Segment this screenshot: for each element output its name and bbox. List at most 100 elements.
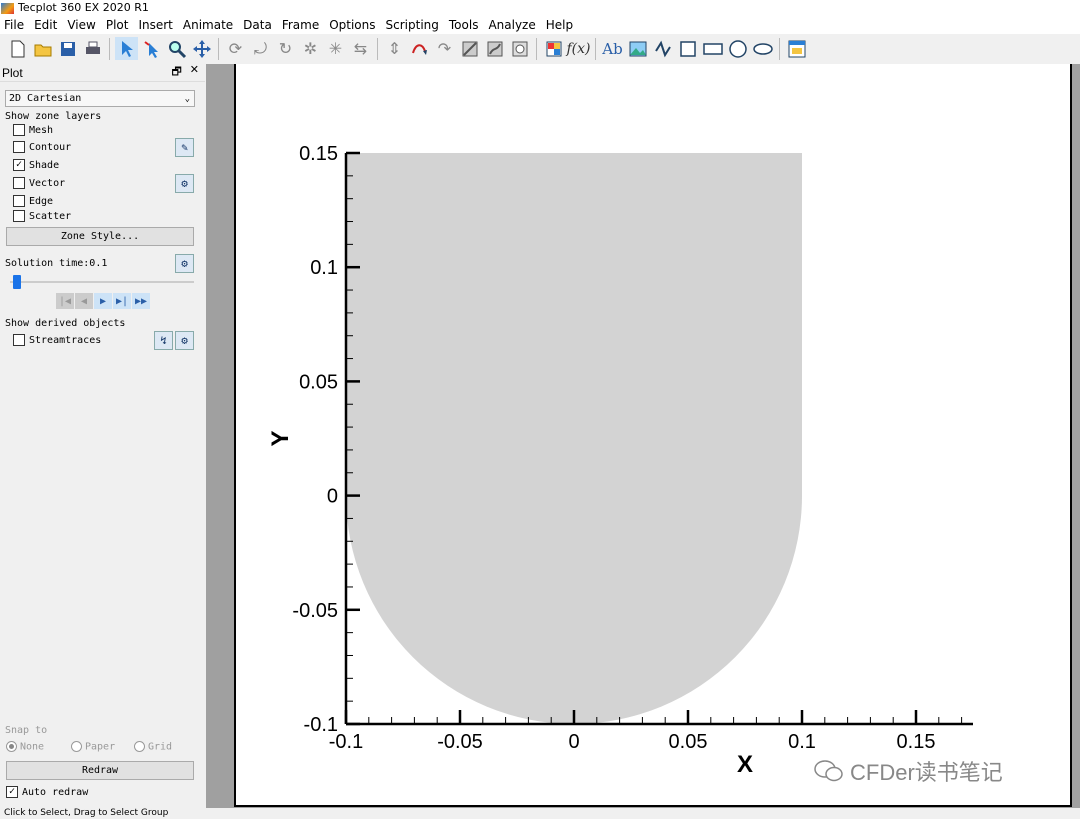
select-arrow-icon[interactable] bbox=[115, 37, 138, 60]
rectangle-tool-icon[interactable] bbox=[701, 37, 724, 60]
menu-frame[interactable]: Frame bbox=[282, 18, 319, 32]
title-bar: Tecplot 360 EX 2020 R1 bbox=[0, 0, 1080, 16]
layer-shade-checkbox[interactable]: ✓ bbox=[13, 159, 25, 171]
probe-icon[interactable]: ⇕ bbox=[383, 37, 406, 60]
menu-tools[interactable]: Tools bbox=[449, 18, 479, 32]
x-axis-label: X bbox=[737, 751, 753, 778]
layer-edge-checkbox[interactable] bbox=[13, 195, 25, 207]
tecplot-app-icon bbox=[1, 2, 14, 14]
chevron-down-icon: ⌄ bbox=[184, 93, 190, 104]
rotate-y-icon[interactable]: ⤾ bbox=[249, 37, 272, 60]
isosurface-icon[interactable] bbox=[483, 37, 506, 60]
zone-style-button[interactable]: Zone Style... bbox=[6, 227, 194, 246]
save-icon[interactable] bbox=[56, 37, 79, 60]
streamtrace-details-button[interactable]: ⚙ bbox=[175, 331, 194, 350]
menu-help[interactable]: Help bbox=[546, 18, 573, 32]
adjustor-icon[interactable] bbox=[140, 37, 163, 60]
layer-mesh-row[interactable]: Mesh bbox=[13, 123, 53, 137]
vector-details-button[interactable]: ⚙ bbox=[175, 174, 194, 193]
image-tool-icon[interactable] bbox=[626, 37, 649, 60]
prev-frame-icon[interactable]: ◀ bbox=[75, 293, 93, 309]
print-icon[interactable] bbox=[81, 37, 104, 60]
text-tool-icon[interactable]: Ab bbox=[601, 37, 624, 60]
x-tick-label: 0.1 bbox=[788, 731, 816, 753]
x-tick-label: -0.05 bbox=[437, 731, 483, 753]
translate-icon[interactable] bbox=[190, 37, 213, 60]
circle-tool-icon[interactable] bbox=[726, 37, 749, 60]
zoom-icon[interactable] bbox=[165, 37, 188, 60]
menu-view[interactable]: View bbox=[67, 18, 95, 32]
slider-thumb[interactable] bbox=[13, 275, 21, 289]
layer-shade-label: Shade bbox=[29, 159, 60, 171]
layer-contour-checkbox[interactable] bbox=[13, 141, 25, 153]
slice-icon[interactable] bbox=[458, 37, 481, 60]
twist-icon[interactable]: ⇆ bbox=[349, 37, 372, 60]
play-icon[interactable]: ▶ bbox=[94, 293, 112, 309]
status-bar: Click to Select, Drag to Select Group bbox=[0, 808, 1080, 819]
plot-frame[interactable]: -0.1 -0.05 0 0.05 0.1 0.15 -0.1 -0.05 0 0.05 0.1 0.… bbox=[234, 64, 1072, 807]
sidebar-title: Plot bbox=[2, 65, 23, 80]
snap-paper-option[interactable]: Paper bbox=[71, 741, 115, 753]
blanking-icon[interactable] bbox=[508, 37, 531, 60]
xy-plot[interactable]: -0.1 -0.05 0 0.05 0.1 0.15-0.1-0.0500.050.10.… bbox=[236, 64, 1072, 807]
x-tick-label: 0.15 bbox=[897, 731, 936, 753]
polyline-tool-icon[interactable] bbox=[651, 37, 674, 60]
menu-data[interactable]: Data bbox=[243, 18, 272, 32]
rotate-rollerball-icon[interactable]: ✳ bbox=[324, 37, 347, 60]
streamtrace-icon[interactable] bbox=[408, 37, 431, 60]
solution-time-row: Solution time:0.1 bbox=[5, 258, 107, 269]
next-frame-icon[interactable]: ▶| bbox=[113, 293, 131, 309]
solution-time-slider[interactable] bbox=[10, 275, 194, 289]
layer-contour-row[interactable]: Contour bbox=[13, 140, 71, 154]
y-axis-label: Y bbox=[267, 430, 294, 446]
open-folder-icon[interactable] bbox=[31, 37, 54, 60]
auto-redraw-checkbox[interactable]: ✓ bbox=[6, 786, 18, 798]
first-frame-icon[interactable]: |◀ bbox=[56, 293, 74, 309]
auto-redraw-row[interactable]: ✓ Auto redraw bbox=[6, 785, 88, 799]
float-panel-icon[interactable]: 🗗 bbox=[171, 63, 181, 82]
layer-edge-row[interactable]: Edge bbox=[13, 194, 53, 208]
layer-scatter-row[interactable]: Scatter bbox=[13, 209, 71, 223]
rotate-spherical-icon[interactable]: ✲ bbox=[299, 37, 322, 60]
y-tick-label: -0.05 bbox=[292, 600, 338, 622]
menu-plot[interactable]: Plot bbox=[106, 18, 129, 32]
streamtrace-place-button[interactable]: ↯ bbox=[154, 331, 173, 350]
streamtraces-checkbox-row[interactable]: Streamtraces bbox=[13, 333, 101, 347]
layer-scatter-checkbox[interactable] bbox=[13, 210, 25, 222]
rotate-z-icon[interactable]: ↻ bbox=[274, 37, 297, 60]
menu-edit[interactable]: Edit bbox=[34, 18, 57, 32]
snap-grid-option[interactable]: Grid bbox=[134, 741, 172, 753]
layer-vector-row[interactable]: Vector bbox=[13, 176, 65, 190]
menu-insert[interactable]: Insert bbox=[138, 18, 172, 32]
snap-to-label: Snap to bbox=[5, 725, 48, 736]
layer-edge-label: Edge bbox=[29, 195, 54, 207]
frame-tool-icon[interactable] bbox=[785, 37, 808, 60]
equation-icon[interactable]: f(x) bbox=[567, 37, 591, 60]
contour-levels-icon[interactable] bbox=[542, 37, 565, 60]
rotate-x-icon[interactable]: ⟳ bbox=[224, 37, 247, 60]
layer-mesh-checkbox[interactable] bbox=[13, 124, 25, 136]
menu-scripting[interactable]: Scripting bbox=[386, 18, 439, 32]
menu-file[interactable]: File bbox=[4, 18, 24, 32]
close-icon[interactable]: ✕ bbox=[190, 63, 199, 82]
y-tick-label: 0 bbox=[327, 486, 338, 508]
time-settings-button[interactable]: ⚙ bbox=[175, 254, 194, 273]
new-file-icon[interactable] bbox=[6, 37, 29, 60]
x-tick-label: 0.05 bbox=[669, 731, 708, 753]
shaded-zone bbox=[346, 153, 802, 725]
menu-animate[interactable]: Animate bbox=[183, 18, 233, 32]
streamtrace-2-icon[interactable]: ↷ bbox=[433, 37, 456, 60]
menu-options[interactable]: Options bbox=[329, 18, 375, 32]
contour-details-button[interactable]: ✎ bbox=[175, 138, 194, 157]
ellipse-tool-icon[interactable] bbox=[751, 37, 774, 60]
square-tool-icon[interactable] bbox=[676, 37, 699, 60]
sidebar-header: Plot 🗗 ✕ bbox=[0, 64, 205, 82]
menu-analyze[interactable]: Analyze bbox=[488, 18, 535, 32]
streamtraces-checkbox[interactable] bbox=[13, 334, 25, 346]
layer-vector-checkbox[interactable] bbox=[13, 177, 25, 189]
plot-type-select[interactable]: 2D Cartesian ⌄ bbox=[5, 90, 195, 107]
layer-shade-row[interactable]: ✓ Shade bbox=[13, 158, 59, 172]
redraw-button[interactable]: Redraw bbox=[6, 761, 194, 780]
last-frame-icon[interactable]: ▶▶ bbox=[132, 293, 150, 309]
snap-none-option[interactable]: None bbox=[6, 741, 44, 753]
